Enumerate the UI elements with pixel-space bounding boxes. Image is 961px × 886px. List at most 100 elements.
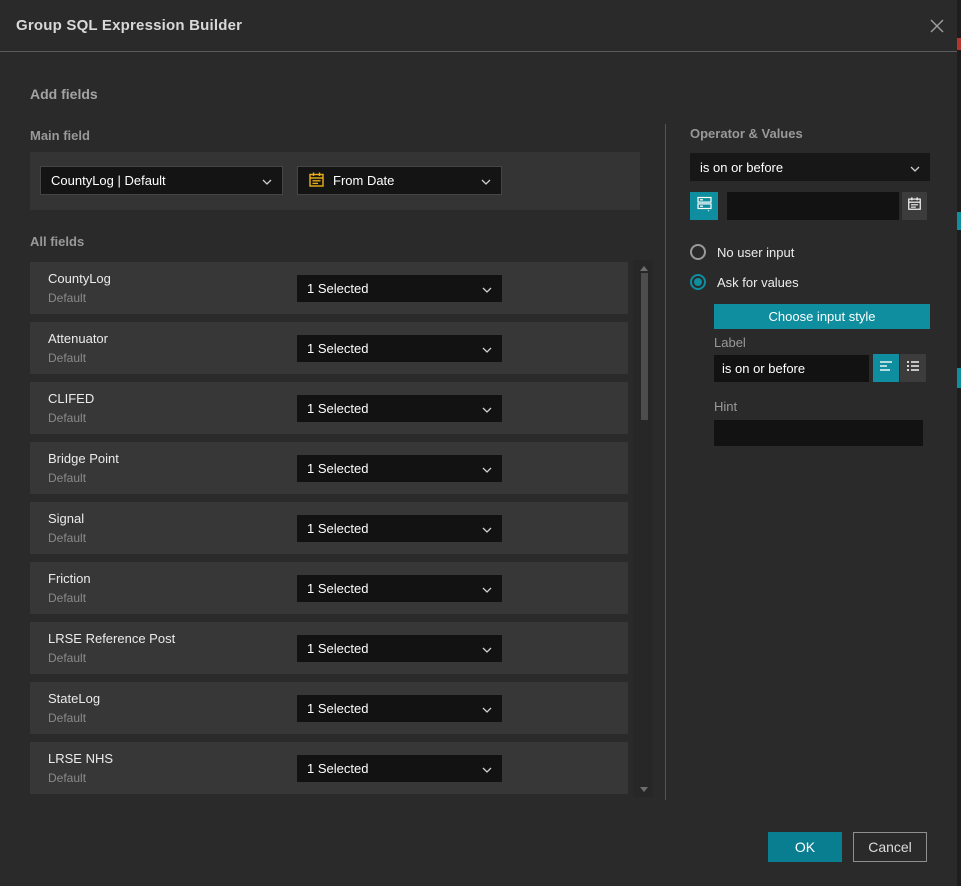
selected-count: 1 Selected <box>307 761 368 776</box>
value-input[interactable] <box>727 192 899 220</box>
field-type: Default <box>48 711 86 725</box>
ok-button[interactable]: OK <box>768 832 842 862</box>
chevron-down-icon <box>482 641 492 656</box>
all-fields-heading: All fields <box>30 234 84 249</box>
selected-count: 1 Selected <box>307 701 368 716</box>
field-values-dropdown[interactable]: 1 Selected <box>297 395 502 422</box>
field-values-dropdown[interactable]: 1 Selected <box>297 335 502 362</box>
selected-count: 1 Selected <box>307 521 368 536</box>
field-name: LRSE Reference Post <box>48 631 175 646</box>
field-name: LRSE NHS <box>48 751 113 766</box>
list-input-style-button[interactable] <box>900 354 926 382</box>
field-values-dropdown[interactable]: 1 Selected <box>297 515 502 542</box>
field-name: CLIFED <box>48 391 94 406</box>
chevron-down-icon <box>482 461 492 476</box>
scrollbar-up-arrow[interactable] <box>640 266 648 271</box>
chevron-down-icon <box>482 401 492 416</box>
field-values-dropdown[interactable]: 1 Selected <box>297 575 502 602</box>
choose-input-style-button[interactable]: Choose input style <box>714 304 930 329</box>
field-type: Default <box>48 471 86 485</box>
date-picker-button[interactable] <box>902 192 927 220</box>
group-sql-expression-builder-dialog: Group SQL Expression Builder Add fields … <box>0 0 961 886</box>
list-icon <box>905 358 921 379</box>
field-row: LRSE Reference Post Default 1 Selected <box>30 622 628 674</box>
field-values-dropdown[interactable]: 1 Selected <box>297 635 502 662</box>
chevron-down-icon <box>482 581 492 596</box>
field-values-dropdown[interactable]: 1 Selected <box>297 755 502 782</box>
hint-input[interactable] <box>714 420 923 446</box>
field-row: Signal Default 1 Selected <box>30 502 628 554</box>
background-app-edge-teal <box>957 212 961 230</box>
field-type: Default <box>48 771 86 785</box>
chevron-down-icon <box>910 160 920 175</box>
selected-count: 1 Selected <box>307 281 368 296</box>
field-row: Bridge Point Default 1 Selected <box>30 442 628 494</box>
field-type: Default <box>48 651 86 665</box>
field-row: CLIFED Default 1 Selected <box>30 382 628 434</box>
chevron-down-icon <box>482 761 492 776</box>
background-app-edge-teal <box>957 368 961 388</box>
background-app-edge <box>957 0 961 886</box>
field-name: Attenuator <box>48 331 108 346</box>
field-row: StateLog Default 1 Selected <box>30 682 628 734</box>
align-left-icon <box>878 358 894 379</box>
field-row: Attenuator Default 1 Selected <box>30 322 628 374</box>
layer-dropdown[interactable]: CountyLog | Default <box>40 166 283 195</box>
stacked-rows-icon <box>696 195 713 217</box>
field-type: Default <box>48 591 86 605</box>
chevron-down-icon <box>262 173 272 188</box>
radio-ask-for-values[interactable]: Ask for values <box>690 274 799 290</box>
layer-dropdown-value: CountyLog | Default <box>51 173 166 188</box>
main-field-heading: Main field <box>30 128 90 143</box>
field-type: Default <box>48 291 86 305</box>
field-name: Friction <box>48 571 91 586</box>
calendar-icon <box>907 196 922 216</box>
field-dropdown[interactable]: From Date <box>297 166 502 195</box>
scrollbar-down-arrow[interactable] <box>640 787 648 792</box>
field-values-dropdown[interactable]: 1 Selected <box>297 275 502 302</box>
field-values-dropdown[interactable]: 1 Selected <box>297 695 502 722</box>
radio-circle-checked-icon <box>690 274 706 290</box>
field-type: Default <box>48 411 86 425</box>
radio-circle-icon <box>690 244 706 260</box>
panel-divider <box>665 124 666 800</box>
chevron-down-icon <box>482 521 492 536</box>
selected-count: 1 Selected <box>307 581 368 596</box>
unique-values-button[interactable] <box>690 192 718 220</box>
field-type: Default <box>48 351 86 365</box>
field-row: Friction Default 1 Selected <box>30 562 628 614</box>
operator-dropdown[interactable]: is on or before <box>690 153 930 181</box>
scrollbar-thumb[interactable] <box>641 273 648 420</box>
chevron-down-icon <box>481 173 491 188</box>
radio-label: Ask for values <box>717 275 799 290</box>
label-input[interactable] <box>714 355 869 382</box>
cancel-button[interactable]: Cancel <box>853 832 927 862</box>
field-dropdown-value: From Date <box>333 173 394 188</box>
operator-values-heading: Operator & Values <box>690 126 803 141</box>
chevron-down-icon <box>482 701 492 716</box>
calendar-icon <box>308 171 325 191</box>
add-fields-heading: Add fields <box>30 86 98 102</box>
field-row: CountyLog Default 1 Selected <box>30 262 628 314</box>
field-values-dropdown[interactable]: 1 Selected <box>297 455 502 482</box>
close-icon[interactable] <box>927 16 947 36</box>
hint-caption: Hint <box>714 399 737 414</box>
main-field-box: CountyLog | Default From Date <box>30 152 640 210</box>
selected-count: 1 Selected <box>307 641 368 656</box>
radio-no-user-input[interactable]: No user input <box>690 244 794 260</box>
field-name: Signal <box>48 511 84 526</box>
background-app-edge-red <box>957 38 961 50</box>
selected-count: 1 Selected <box>307 401 368 416</box>
selected-count: 1 Selected <box>307 341 368 356</box>
field-name: StateLog <box>48 691 100 706</box>
field-name: CountyLog <box>48 271 111 286</box>
chevron-down-icon <box>482 341 492 356</box>
radio-label: No user input <box>717 245 794 260</box>
field-row: LRSE NHS Default 1 Selected <box>30 742 628 794</box>
text-input-style-button[interactable] <box>873 354 899 382</box>
label-caption: Label <box>714 335 746 350</box>
chevron-down-icon <box>482 281 492 296</box>
title-bar: Group SQL Expression Builder <box>0 0 957 52</box>
operator-dropdown-value: is on or before <box>700 160 783 175</box>
field-type: Default <box>48 531 86 545</box>
